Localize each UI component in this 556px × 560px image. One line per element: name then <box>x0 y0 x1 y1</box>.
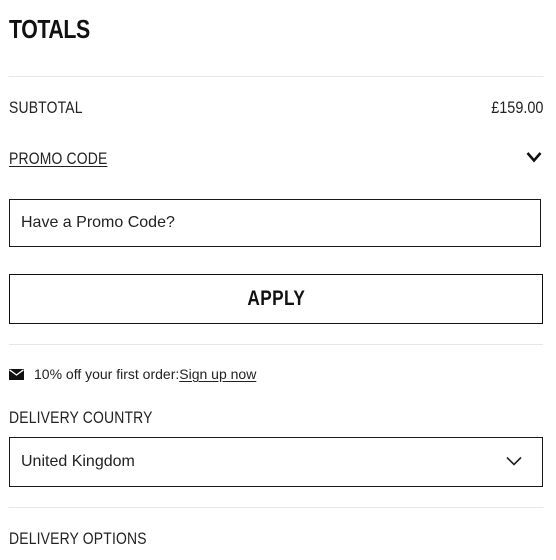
promo-offer-text: 10% off your first order: <box>34 366 180 382</box>
promo-offer: 10% off your first order: Sign up now <box>9 366 256 382</box>
divider <box>9 344 543 345</box>
divider <box>9 507 543 508</box>
promo-code-toggle[interactable]: PROMO CODE <box>9 149 107 169</box>
delivery-country-label: DELIVERY COUNTRY <box>9 408 153 427</box>
delivery-options-label: DELIVERY OPTIONS <box>9 529 147 548</box>
chevron-down-icon <box>506 456 522 466</box>
totals-title: TOTALS <box>9 14 90 44</box>
sign-up-link[interactable]: Sign up now <box>179 366 256 382</box>
subtotal-label: SUBTOTAL <box>9 98 83 117</box>
subtotal-value: £159.00 <box>490 98 543 117</box>
divider <box>9 76 543 77</box>
chevron-down-icon[interactable] <box>526 151 542 163</box>
apply-button-label: APPLY <box>247 287 305 310</box>
envelope-icon <box>9 368 24 380</box>
apply-button[interactable]: APPLY <box>9 274 543 324</box>
delivery-country-value: United Kingdom <box>21 453 135 470</box>
delivery-country-select[interactable]: United Kingdom <box>9 437 543 487</box>
promo-code-input[interactable]: Have a Promo Code? <box>9 199 541 247</box>
